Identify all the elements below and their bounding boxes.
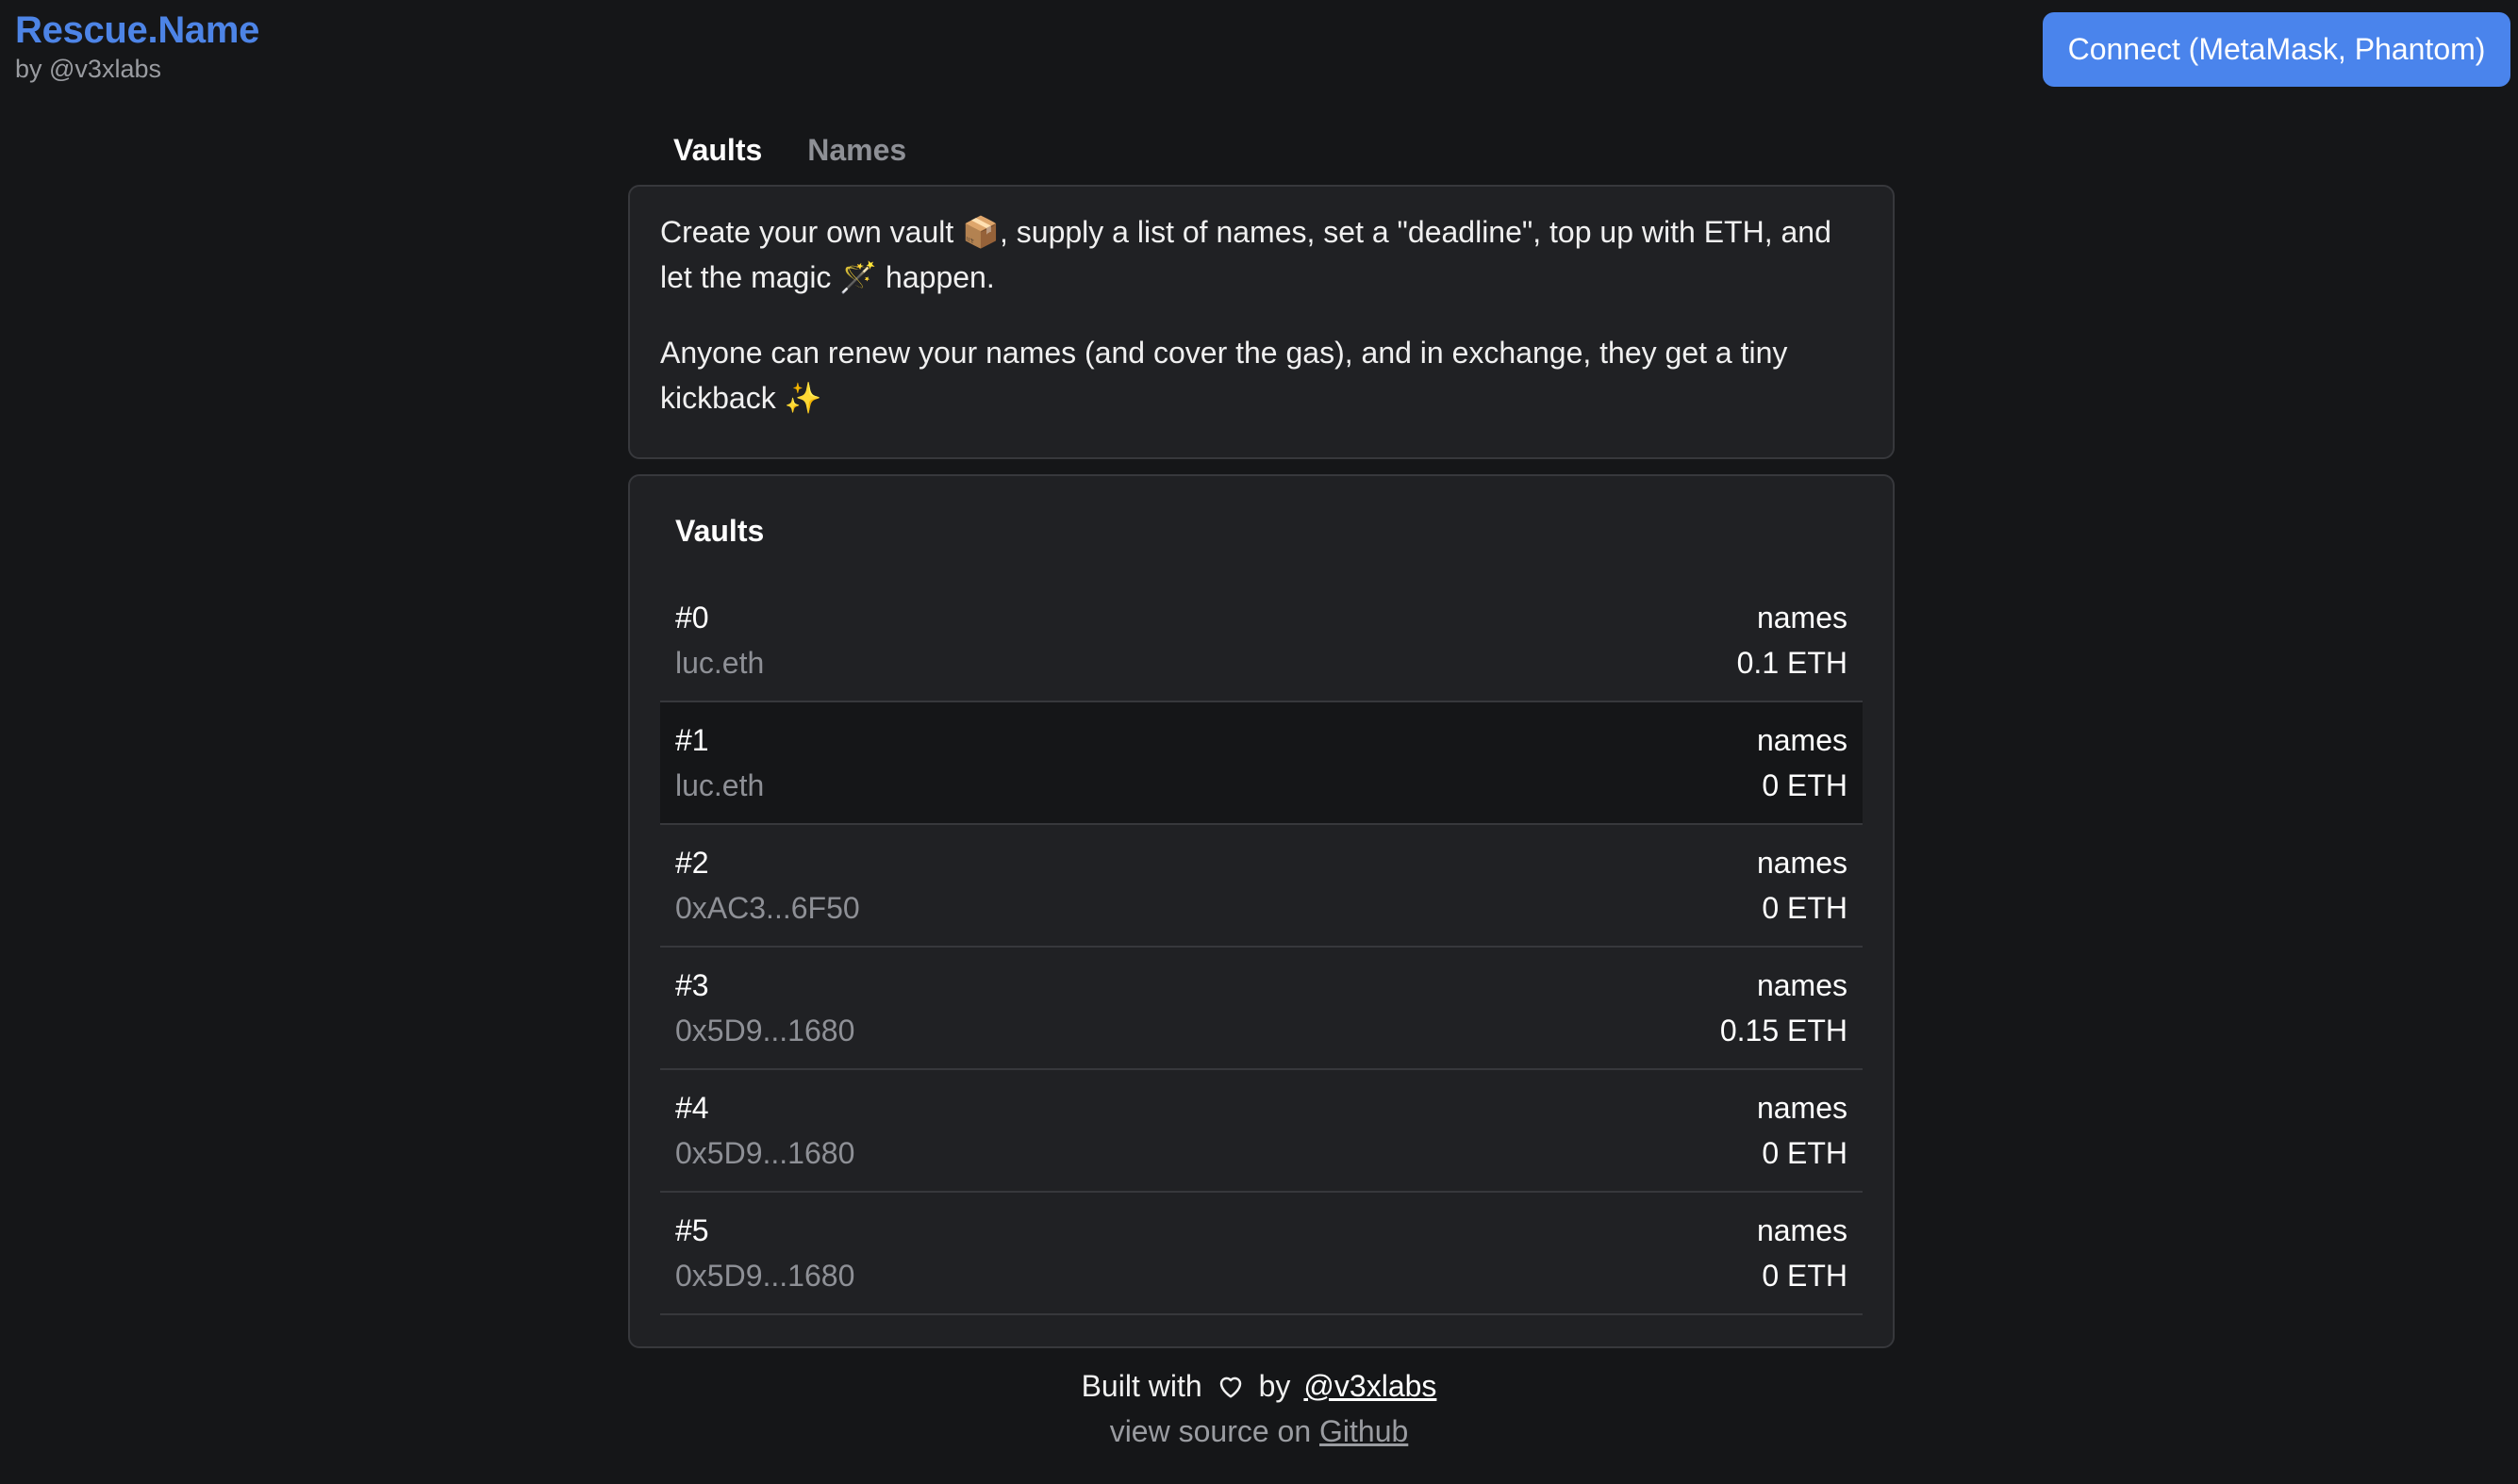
built-with-text: Built with (1081, 1369, 1202, 1403)
vault-id: #0 (675, 601, 709, 635)
vault-row[interactable]: #0 luc.eth names 0.1 ETH (660, 580, 1863, 702)
vault-row[interactable]: #3 0x5D9...1680 names 0.15 ETH (660, 948, 1863, 1070)
vault-stats: names 0 ETH (1757, 843, 1847, 928)
brand-title[interactable]: Rescue.Name (15, 8, 259, 53)
vault-owner: 0x5D9...1680 (675, 1136, 855, 1170)
vault-id: #1 (675, 723, 709, 757)
source-prefix-text: view source on (1109, 1414, 1312, 1448)
vault-stats: names 0.15 ETH (1720, 965, 1847, 1050)
vault-owner: 0xAC3...6F50 (675, 891, 860, 925)
vault-id: #3 (675, 968, 709, 1002)
vault-balance: 0.15 ETH (1719, 1014, 1847, 1047)
vault-row[interactable]: #5 0x5D9...1680 names 0 ETH (660, 1193, 1863, 1315)
brand-subtitle: by @v3xlabs (15, 55, 161, 83)
footer-credits: Built with by @v3xlabs (0, 1363, 2518, 1409)
vault-info: #0 luc.eth (675, 598, 764, 683)
vault-names: names (1756, 723, 1847, 757)
vault-names: names (1756, 968, 1847, 1002)
footer: Built with by @v3xlabs view source on Gi… (0, 1363, 2518, 1454)
vault-row[interactable]: #2 0xAC3...6F50 names 0 ETH (660, 825, 1863, 948)
vault-names: names (1756, 601, 1847, 635)
vault-names: names (1756, 846, 1847, 880)
vault-balance: 0 ETH (1762, 1136, 1847, 1170)
tab-vaults[interactable]: Vaults (673, 133, 762, 168)
vault-stats: names 0.1 ETH (1737, 598, 1847, 683)
vault-balance: 0 ETH (1762, 1259, 1847, 1293)
heart-icon (1216, 1371, 1246, 1401)
vault-id: #4 (675, 1091, 709, 1125)
vault-info: #4 0x5D9...1680 (675, 1088, 854, 1173)
vault-id: #2 (675, 846, 709, 880)
footer-source: view source on Github (0, 1409, 2518, 1454)
vault-info: #3 0x5D9...1680 (675, 965, 854, 1050)
author-link[interactable]: @v3xlabs (1303, 1363, 1436, 1409)
vault-balance: 0.1 ETH (1736, 646, 1847, 680)
vaults-card: Vaults #0 luc.eth names 0.1 ETH #1 luc.e… (628, 474, 1895, 1348)
vault-owner: luc.eth (675, 768, 765, 802)
tab-bar: Vaults Names (628, 121, 1895, 179)
vault-info: #2 0xAC3...6F50 (675, 843, 860, 928)
vault-balance: 0 ETH (1762, 891, 1847, 925)
vault-owner: 0x5D9...1680 (675, 1259, 855, 1293)
vault-id: #5 (675, 1213, 709, 1247)
vault-row[interactable]: #1 luc.eth names 0 ETH (660, 702, 1863, 825)
vaults-title: Vaults (675, 514, 765, 548)
vault-info: #1 luc.eth (675, 720, 764, 805)
by-text: by (1258, 1369, 1291, 1403)
vault-owner: 0x5D9...1680 (675, 1014, 855, 1047)
vault-owner: luc.eth (675, 646, 765, 680)
connect-wallet-button[interactable]: Connect (MetaMask, Phantom) (2043, 12, 2510, 87)
intro-paragraph-1: Create your own vault 📦, supply a list o… (660, 215, 1831, 294)
intro-card: Create your own vault 📦, supply a list o… (628, 185, 1895, 459)
vault-info: #5 0x5D9...1680 (675, 1211, 854, 1295)
vault-stats: names 0 ETH (1757, 1211, 1847, 1295)
intro-paragraph-2: Anyone can renew your names (and cover t… (660, 336, 1788, 415)
vault-list: #0 luc.eth names 0.1 ETH #1 luc.eth name… (660, 580, 1863, 1315)
vault-stats: names 0 ETH (1757, 1088, 1847, 1173)
vault-stats: names 0 ETH (1757, 720, 1847, 805)
tab-names[interactable]: Names (807, 133, 906, 168)
main-content: Vaults Names Create your own vault 📦, su… (628, 121, 1895, 1348)
vault-balance: 0 ETH (1762, 768, 1847, 802)
vault-row[interactable]: #4 0x5D9...1680 names 0 ETH (660, 1070, 1863, 1193)
vault-names: names (1756, 1213, 1847, 1247)
vault-names: names (1756, 1091, 1847, 1125)
github-link[interactable]: Github (1319, 1414, 1408, 1448)
brand: Rescue.Name by @v3xlabs (15, 8, 259, 85)
